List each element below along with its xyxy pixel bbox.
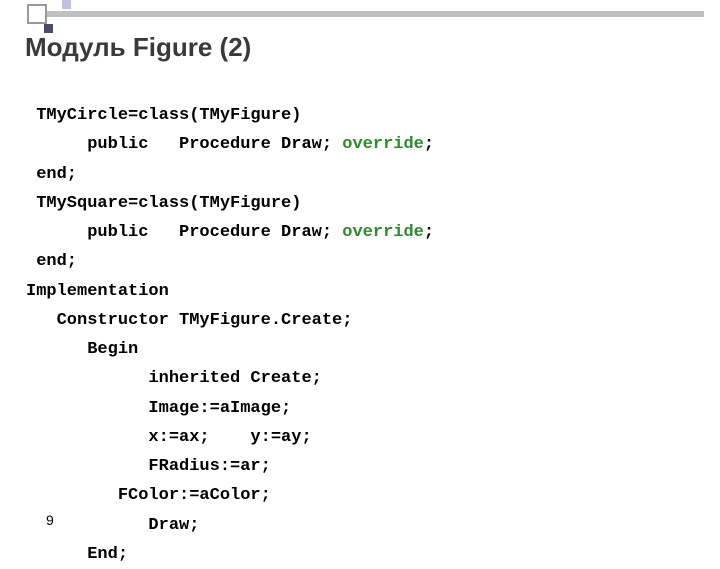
code-line: TMyCircle=class(TMyFigure) bbox=[26, 106, 301, 125]
deco-square-outline bbox=[27, 4, 47, 24]
code-line: inherited Create; bbox=[26, 369, 322, 388]
keyword-override: override bbox=[342, 135, 424, 154]
code-line: end; bbox=[26, 165, 77, 184]
code-line: TMySquare=class(TMyFigure) bbox=[26, 194, 301, 213]
code-line: Image:=aImage; bbox=[26, 399, 291, 418]
code-line: Constructor TMyFigure.Create; bbox=[26, 311, 352, 330]
code-line: x:=ax; y:=ay; bbox=[26, 428, 312, 447]
code-line: public Procedure Draw; override; bbox=[26, 135, 434, 154]
code-line: Implementation bbox=[26, 282, 169, 301]
code-line: FRadius:=ar; bbox=[26, 457, 271, 476]
slide-number: 9 bbox=[46, 512, 54, 528]
code-line: End; bbox=[26, 545, 128, 564]
code-line: Begin bbox=[26, 340, 138, 359]
slide-title: Модуль Figure (2) bbox=[25, 32, 251, 63]
code-line: FColor:=aColor; bbox=[26, 486, 271, 505]
code-line: public Procedure Draw; override; bbox=[26, 223, 434, 242]
keyword-override: override bbox=[342, 223, 424, 242]
code-line: end; bbox=[26, 252, 77, 271]
header-bar bbox=[34, 11, 704, 17]
deco-square-light bbox=[62, 0, 71, 9]
code-block: TMyCircle=class(TMyFigure) public Proced… bbox=[26, 72, 434, 569]
